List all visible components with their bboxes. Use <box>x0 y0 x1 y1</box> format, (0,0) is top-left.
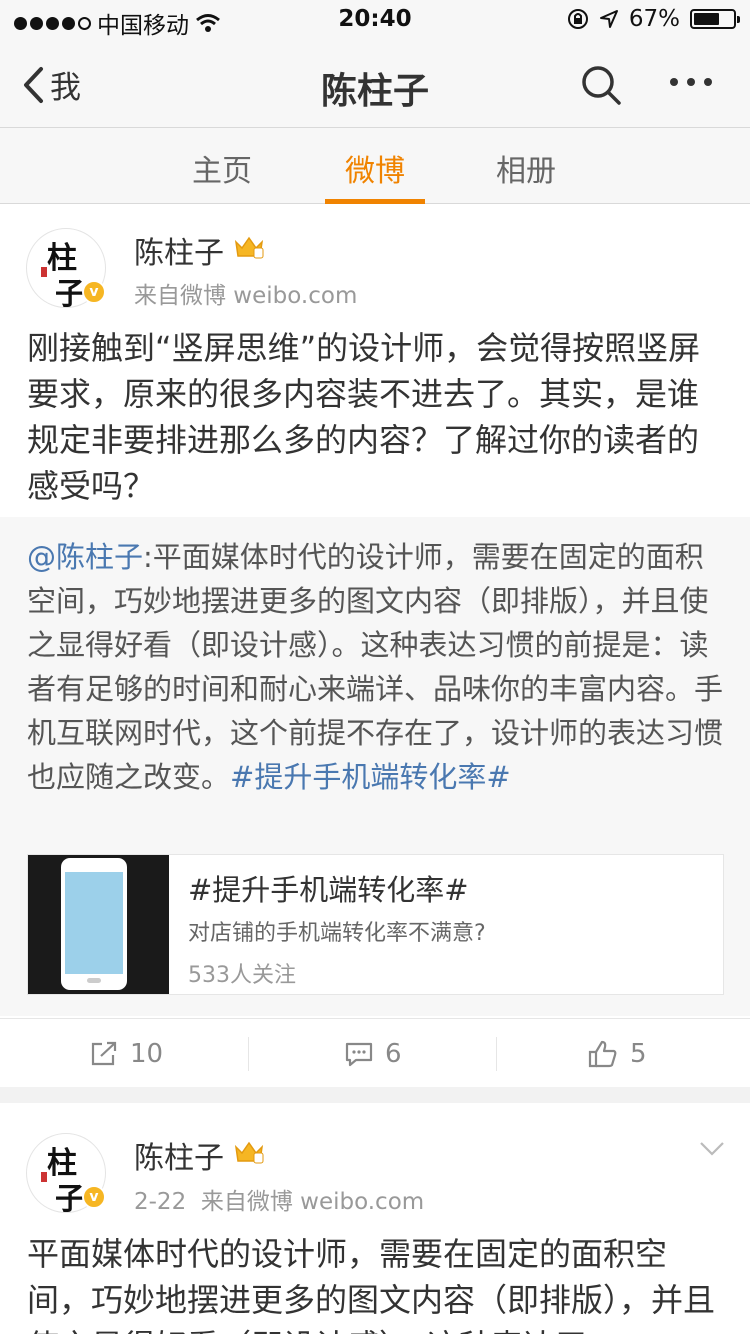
location-icon <box>599 10 618 28</box>
like-button[interactable]: 5 <box>588 1019 647 1088</box>
topic-followers: 533人关注 <box>188 963 296 988</box>
search-icon[interactable] <box>580 64 624 108</box>
battery-icon <box>690 9 740 29</box>
comment-button[interactable]: 6 <box>345 1019 402 1088</box>
vip-crown-icon <box>234 1141 264 1164</box>
avatar-char: 子 <box>55 1182 85 1217</box>
post-card[interactable]: 柱 子 v 陈柱子 2-22 来自微博 weibo.com 平面媒体时代的设计师… <box>0 1103 750 1334</box>
user-name[interactable]: 陈柱子 <box>134 228 224 272</box>
avatar-char: 子 <box>55 277 85 312</box>
verified-badge-icon: v <box>82 280 106 304</box>
battery-percent: 67% <box>628 6 680 32</box>
page-title: 陈柱子 <box>320 71 429 112</box>
repost-box[interactable]: @陈柱子:平面媒体时代的设计师，需要在固定的面积空间，巧妙地摆进更多的图文内容（… <box>0 517 750 1016</box>
comment-count: 6 <box>385 1038 402 1069</box>
avatar-seal <box>41 267 47 277</box>
repost-body: :平面媒体时代的设计师，需要在固定的面积空间，巧妙地摆进更多的图文内容（即排版）… <box>27 540 724 794</box>
tab-album[interactable]: 相册 <box>476 146 576 190</box>
repost-button[interactable]: 10 <box>90 1019 163 1088</box>
repost-icon <box>91 1041 117 1065</box>
more-icon[interactable] <box>670 78 712 86</box>
avatar-seal <box>41 1172 47 1182</box>
thumbs-up-icon <box>588 1040 617 1067</box>
nav-bar: 我 陈柱子 <box>0 40 750 128</box>
profile-tabs: 主页 微博 相册 <box>0 128 750 204</box>
post-card[interactable]: 柱 子 v 陈柱子 来自微博 weibo.com 刚接触到“竖屏思维”的设计师，… <box>0 204 750 1087</box>
tab-weibo[interactable]: 微博 <box>325 146 425 190</box>
topic-thumbnail <box>28 855 169 994</box>
comment-icon <box>345 1042 373 1066</box>
post-source: 2-22 来自微博 weibo.com <box>134 1189 425 1215</box>
like-count: 5 <box>630 1038 647 1069</box>
rotation-lock-icon <box>567 9 588 29</box>
vip-crown-icon <box>234 236 264 259</box>
action-bar: 10 6 5 <box>0 1018 750 1087</box>
topic-title: #提升手机端转化率# <box>188 873 469 907</box>
phone-image <box>61 858 127 990</box>
topic-card[interactable]: #提升手机端转化率# 对店铺的手机端转化率不满意? 533人关注 <box>27 854 724 995</box>
hashtag-link[interactable]: #提升手机端转化率# <box>230 760 511 794</box>
repost-count: 10 <box>130 1038 164 1069</box>
post-source: 来自微博 weibo.com <box>134 283 358 309</box>
post-text: 平面媒体时代的设计师，需要在固定的面积空间，巧妙地摆进更多的图文内容（即排版），… <box>27 1235 716 1334</box>
divider <box>248 1037 249 1071</box>
post-text: 刚接触到“竖屏思维”的设计师，会觉得按照竖屏要求，原来的很多内容装不进去了。其实… <box>27 329 701 505</box>
divider <box>496 1037 497 1071</box>
topic-description: 对店铺的手机端转化率不满意? <box>188 921 486 946</box>
tab-home[interactable]: 主页 <box>172 146 272 190</box>
mention-link[interactable]: @陈柱子 <box>27 540 143 574</box>
status-right: 67% <box>567 6 740 32</box>
verified-badge-icon: v <box>82 1185 106 1209</box>
status-bar: 中国移动 20:40 67% <box>0 0 750 40</box>
repost-text: @陈柱子:平面媒体时代的设计师，需要在固定的面积空间，巧妙地摆进更多的图文内容（… <box>27 535 727 799</box>
chevron-down-icon[interactable] <box>698 1135 726 1163</box>
user-name[interactable]: 陈柱子 <box>134 1133 224 1177</box>
